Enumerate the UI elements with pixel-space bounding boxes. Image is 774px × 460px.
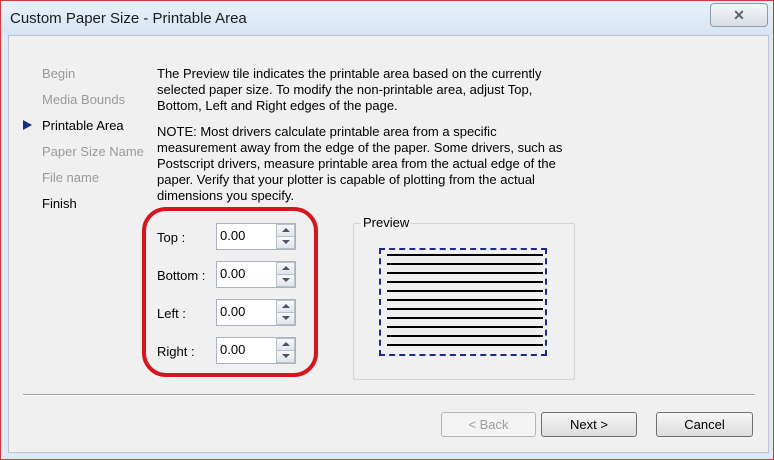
- note-line: Postscript drivers, measure printable ar…: [157, 156, 556, 171]
- nav-item-file-name: File name: [42, 170, 100, 185]
- note-line: dimensions you specify.: [157, 188, 295, 203]
- preview-label: Preview: [361, 215, 412, 230]
- note-text: NOTE: Most drivers calculate printable a…: [157, 124, 597, 204]
- intro-text: The Preview tile indicates the printable…: [157, 66, 597, 114]
- intro-line: Bottom, Left and Right edges of the page…: [157, 98, 398, 113]
- nav-item-paper-size-name: Paper Size Name: [42, 144, 144, 159]
- preview-line: [387, 317, 543, 319]
- preview-line: [387, 344, 543, 346]
- dialog-window: Custom Paper Size - Printable Area ✕ Beg…: [0, 0, 774, 460]
- note-line: paper. Verify that your plotter is capab…: [157, 172, 535, 187]
- nav-item-begin: Begin: [42, 66, 76, 81]
- preview-line: [387, 299, 543, 301]
- next-button[interactable]: Next >: [541, 412, 637, 437]
- right-arrow-icon: [23, 120, 32, 130]
- nav-item-media-bounds: Media Bounds: [42, 92, 126, 107]
- preview-line: [387, 308, 543, 310]
- note-line: measurement away from the edge of the pa…: [157, 140, 563, 155]
- nav-item-finish: Finish: [42, 196, 77, 211]
- preview-line: [387, 335, 543, 337]
- nav-item-printable-area: Printable Area: [42, 118, 124, 133]
- cancel-button[interactable]: Cancel: [656, 412, 753, 437]
- preview-line: [387, 263, 543, 265]
- back-button[interactable]: < Back: [441, 412, 536, 437]
- preview-line: [387, 272, 543, 274]
- preview-line: [387, 326, 543, 328]
- title-bar: Custom Paper Size - Printable Area ✕: [1, 1, 773, 35]
- dialog-body: Begin Media Bounds Printable Area Paper …: [8, 35, 769, 453]
- separator: [23, 394, 755, 396]
- window-title: Custom Paper Size - Printable Area: [10, 10, 247, 27]
- intro-line: The Preview tile indicates the printable…: [157, 66, 542, 81]
- preview-line: [387, 281, 543, 283]
- highlight-outline: [142, 207, 318, 377]
- close-icon: ✕: [733, 6, 745, 23]
- preview-line: [387, 254, 543, 256]
- preview-line: [387, 290, 543, 292]
- close-button[interactable]: ✕: [710, 3, 768, 27]
- intro-line: selected paper size. To modify the non-p…: [157, 82, 533, 97]
- note-line: NOTE: Most drivers calculate printable a…: [157, 124, 497, 139]
